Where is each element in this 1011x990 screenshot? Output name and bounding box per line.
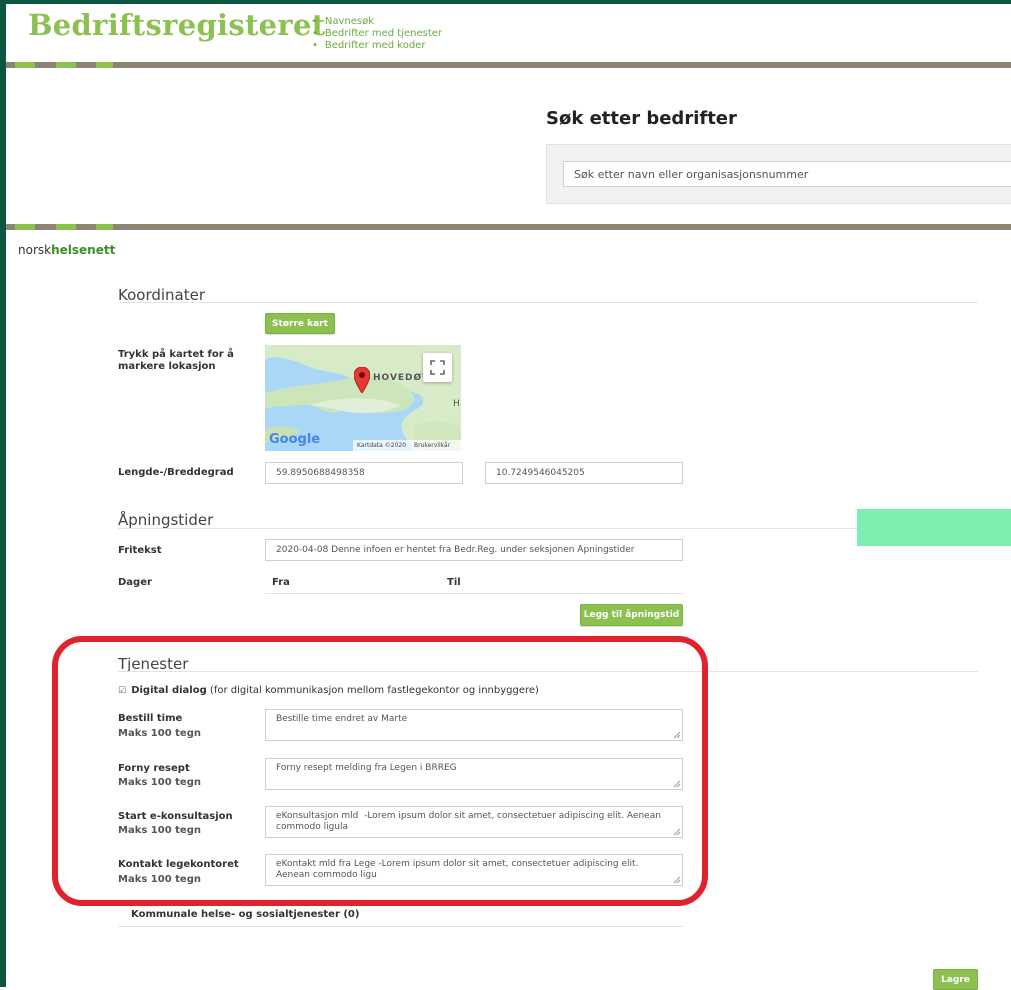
latitude-input[interactable] <box>265 462 463 484</box>
fra-column-header: Fra <box>272 577 290 588</box>
nav-link-bedrifter-med-tjenester[interactable]: Bedrifter med tjenester <box>312 28 442 40</box>
fritekst-label: Fritekst <box>118 545 162 556</box>
google-logo: Google <box>269 432 321 447</box>
map-terms-link[interactable]: Brukervilkår <box>414 442 450 449</box>
apningstider-divider <box>118 528 978 529</box>
fullscreen-icon <box>430 360 445 375</box>
map-edge-label: H <box>453 399 460 409</box>
kommunale-tjenester-label[interactable]: Kommunale helse- og sosialtjenester (0) <box>131 909 359 921</box>
fullscreen-button[interactable] <box>423 353 452 382</box>
map-marker-icon[interactable] <box>354 367 370 393</box>
highlight-overlay <box>857 509 1011 546</box>
site-logo[interactable]: Bedriftsregisteret <box>28 8 325 42</box>
fritekst-input[interactable] <box>265 539 683 561</box>
norsk-helsenett-logo: norskhelsenett <box>18 243 116 257</box>
search-input[interactable] <box>563 161 1011 187</box>
bigger-map-button[interactable]: Større kart <box>265 313 335 334</box>
dager-label: Dager <box>118 577 152 588</box>
section-divider-band <box>6 224 1011 230</box>
window-frame-top <box>0 0 1011 4</box>
highlight-annotation <box>52 636 708 906</box>
search-title: Søk etter bedrifter <box>546 108 737 129</box>
add-opening-hours-button[interactable]: Legg til åpningstid <box>580 604 683 626</box>
til-column-header: Til <box>447 577 461 588</box>
map-data-label: Kartdata ©2020 <box>357 442 407 449</box>
apningstider-title: Åpningstider <box>118 511 214 529</box>
search-panel <box>546 144 1011 204</box>
window-frame-left <box>0 0 6 987</box>
longitude-input[interactable] <box>485 462 683 484</box>
kommunale-divider <box>118 926 683 927</box>
koordinater-divider <box>118 302 978 303</box>
location-map[interactable]: HOVEDØYA H Google Kartdata ©2020 Brukerv… <box>265 345 461 451</box>
nav-link-navnesok[interactable]: Navnesøk <box>312 16 442 28</box>
nav-link-bedrifter-med-koder[interactable]: Bedrifter med koder <box>312 40 442 52</box>
apningstider-table-divider <box>265 593 683 594</box>
header-divider-band <box>6 62 1011 68</box>
latlng-label: Lengde-/Breddegrad <box>118 467 234 478</box>
map-attribution: Kartdata ©2020 Brukervilkår <box>353 440 461 451</box>
map-instruction-label: Trykk på kartet for å markere lokasjon <box>118 349 234 372</box>
top-navigation: Navnesøk Bedrifter med tjenester Bedrift… <box>312 16 442 52</box>
